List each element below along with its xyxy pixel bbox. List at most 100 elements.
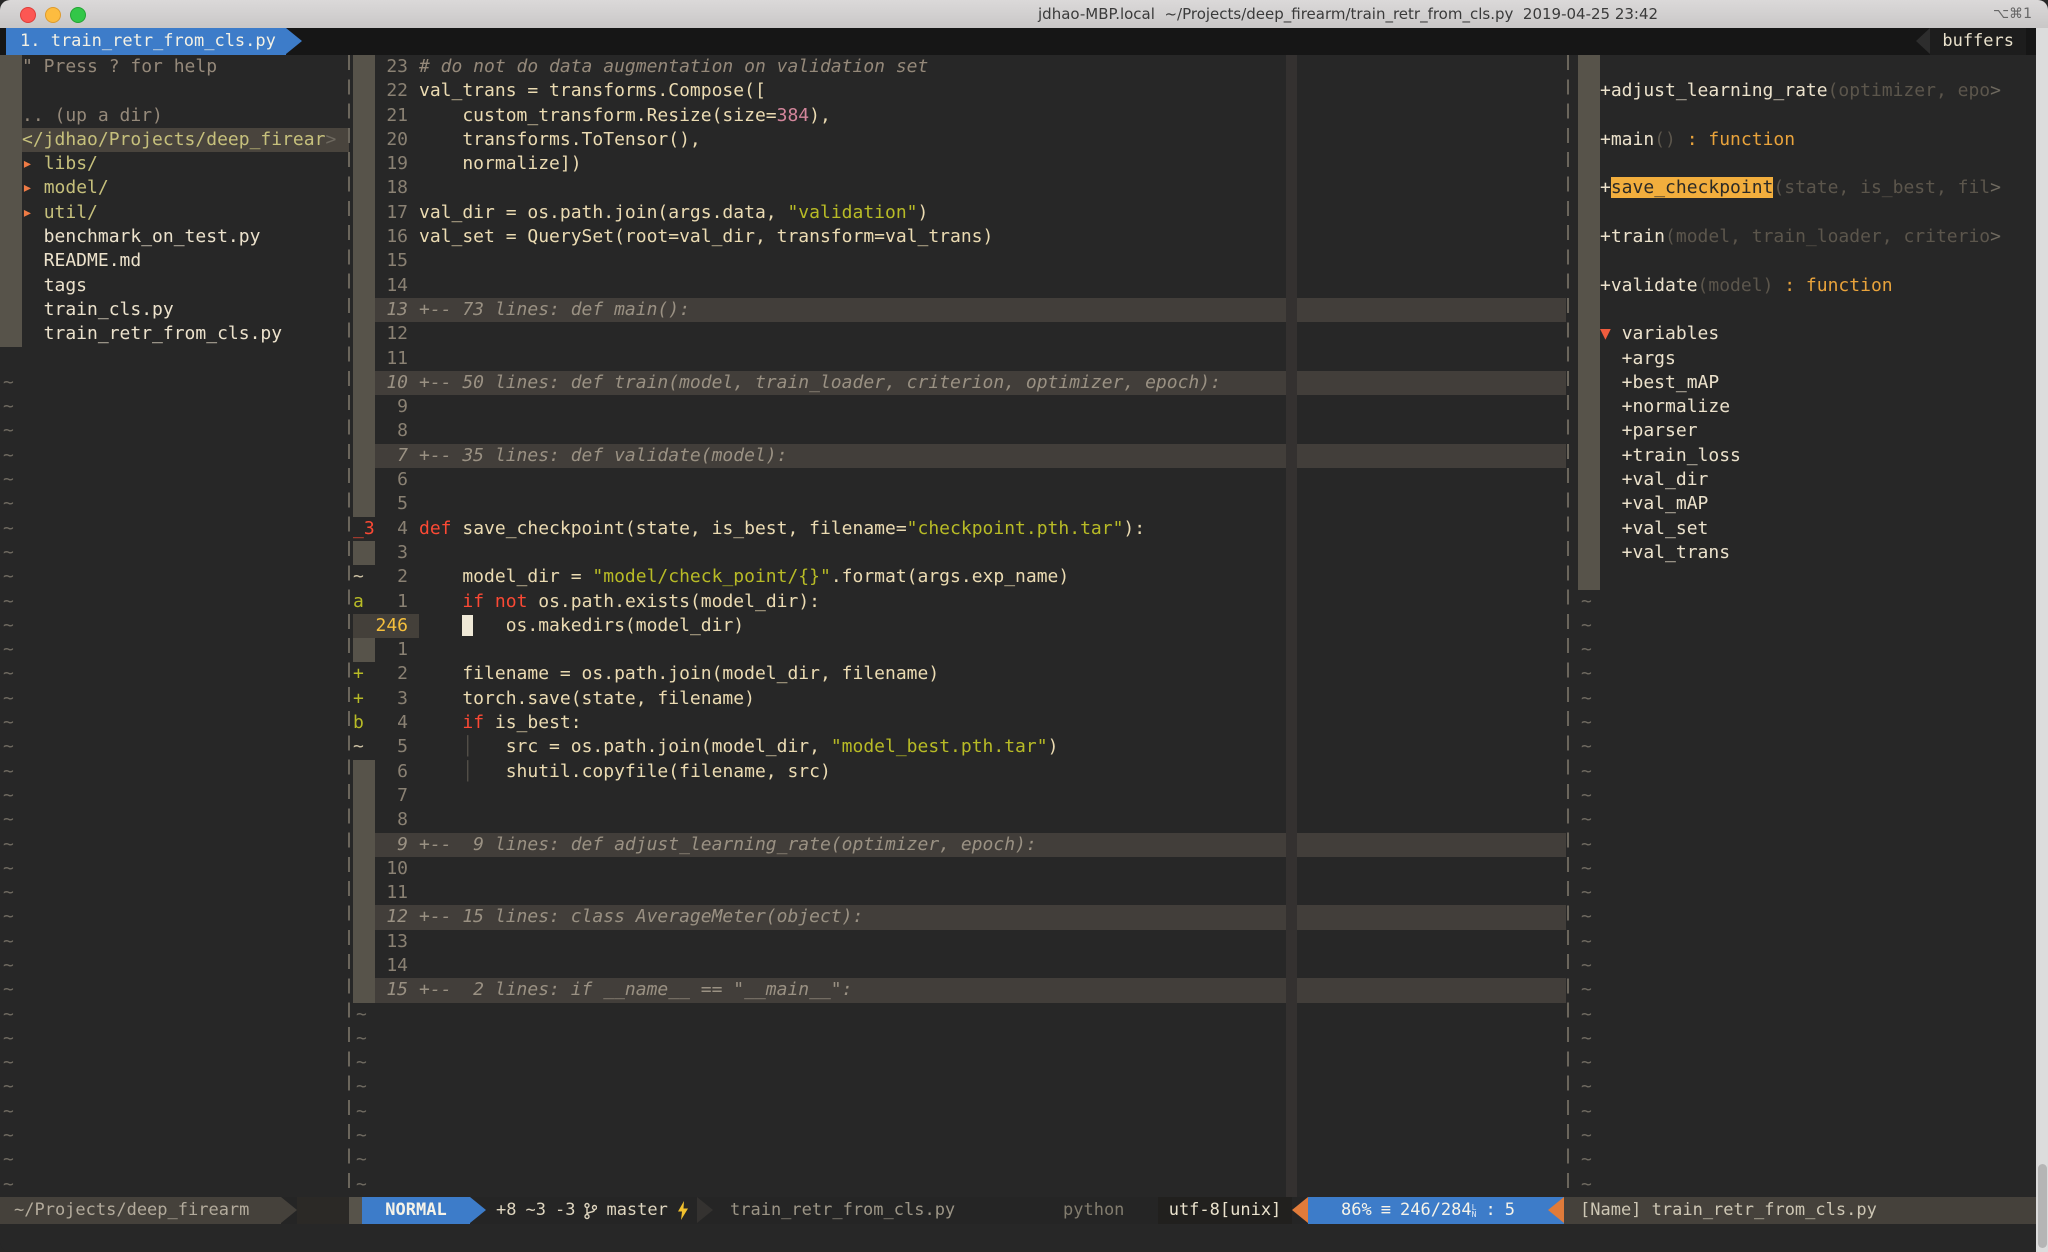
code-line[interactable]: 16val_set = QuerySet(root=val_dir, trans… <box>353 225 1566 249</box>
sign-column <box>353 857 375 881</box>
tag-item[interactable] <box>1578 249 2048 273</box>
folded-code-line[interactable]: 9+-- 9 lines: def adjust_learning_rate(o… <box>353 833 1566 857</box>
tree-item[interactable] <box>0 79 349 103</box>
tag-item[interactable] <box>1578 201 2048 225</box>
color-column <box>1286 978 1297 1002</box>
tag-item[interactable]: +val_set <box>1578 517 2048 541</box>
code-line[interactable]: 8 <box>353 419 1566 443</box>
code-line[interactable]: 21 custom_transform.Resize(size=384), <box>353 104 1566 128</box>
folded-code-line[interactable]: 13+-- 73 lines: def main(): <box>353 298 1566 322</box>
tag-item[interactable] <box>1578 152 2048 176</box>
code-line[interactable]: 5 <box>353 492 1566 516</box>
folded-code-line[interactable]: 10+-- 50 lines: def train(model, train_l… <box>353 371 1566 395</box>
tag-item[interactable]: +val_dir <box>1578 468 2048 492</box>
line-text: +parser <box>1600 420 1698 441</box>
tag-item[interactable]: +validate(model) : function <box>1578 274 2048 298</box>
code-line[interactable]: 246 os.makedirs(model_dir) <box>353 614 1566 638</box>
window-separator[interactable] <box>348 55 350 1197</box>
folded-code-line[interactable]: 12+-- 15 lines: class AverageMeter(objec… <box>353 905 1566 929</box>
window-separator[interactable] <box>1567 55 1569 1197</box>
code-line[interactable]: 3 <box>353 541 1566 565</box>
truncation-marker: > <box>1990 226 2001 247</box>
sign-column <box>0 55 22 79</box>
tag-item[interactable] <box>1578 55 2048 79</box>
tag-item[interactable]: +train_loss <box>1578 444 2048 468</box>
sign-column <box>353 249 375 273</box>
tag-item[interactable]: +main() : function <box>1578 128 2048 152</box>
scrollbar-track[interactable] <box>2036 28 2048 1252</box>
tag-item[interactable] <box>1578 104 2048 128</box>
tilde-icon: ~ <box>1578 1101 1592 1122</box>
tree-item[interactable]: benchmark_on_test.py <box>0 225 349 249</box>
code-line[interactable]: 14 <box>353 954 1566 978</box>
tree-item[interactable]: .. (up a dir) <box>0 104 349 128</box>
tag-item[interactable]: +train(model, train_loader, criterio> <box>1578 225 2048 249</box>
code-line[interactable]: 1 <box>353 638 1566 662</box>
tilde-icon: ~ <box>0 1076 14 1097</box>
tag-item[interactable]: +save_checkpoint(state, is_best, fil> <box>1578 176 2048 200</box>
tree-item[interactable]: train_cls.py <box>0 298 349 322</box>
empty-line: ~ <box>0 954 349 978</box>
tree-item[interactable]: tags <box>0 274 349 298</box>
code-line[interactable]: +2 filename = os.path.join(model_dir, fi… <box>353 662 1566 686</box>
code-line[interactable]: 12 <box>353 322 1566 346</box>
code-line[interactable]: 13 <box>353 930 1566 954</box>
tree-item[interactable]: ▸ util/ <box>0 201 349 225</box>
code-line[interactable]: 19 normalize]) <box>353 152 1566 176</box>
tree-item[interactable]: " Press ? for help <box>0 55 349 79</box>
tag-item[interactable]: +val_mAP <box>1578 492 2048 516</box>
code-line[interactable]: 7 <box>353 784 1566 808</box>
tag-item[interactable]: +best_mAP <box>1578 371 2048 395</box>
command-line[interactable] <box>0 1224 2048 1252</box>
code-line[interactable]: +3 torch.save(state, filename) <box>353 687 1566 711</box>
code-line[interactable]: 20 transforms.ToTensor(), <box>353 128 1566 152</box>
buffer-tab[interactable]: 1. train_retr_from_cls.py <box>6 28 302 55</box>
code-line[interactable]: 11 <box>353 347 1566 371</box>
code-line[interactable]: 9 <box>353 395 1566 419</box>
sign-column <box>1578 322 1600 346</box>
code-line[interactable]: 15 <box>353 249 1566 273</box>
code-line[interactable]: _34def save_checkpoint(state, is_best, f… <box>353 517 1566 541</box>
code-line[interactable]: ~5 │ src = os.path.join(model_dir, "mode… <box>353 735 1566 759</box>
tree-item[interactable] <box>0 347 349 371</box>
code-line[interactable]: 14 <box>353 274 1566 298</box>
tag-item[interactable] <box>1578 565 2048 589</box>
scrollbar-thumb[interactable] <box>2038 1164 2047 1248</box>
code-line[interactable]: 22val_trans = transforms.Compose([ <box>353 79 1566 103</box>
color-column <box>1286 1148 1297 1172</box>
code-line[interactable]: b4 if is_best: <box>353 711 1566 735</box>
code-line[interactable]: 8 <box>353 808 1566 832</box>
close-button[interactable] <box>20 7 36 23</box>
code-line[interactable]: 10 <box>353 857 1566 881</box>
powerline-arrow-icon <box>470 1197 486 1223</box>
tag-item[interactable]: +adjust_learning_rate(optimizer, epo> <box>1578 79 2048 103</box>
zoom-button[interactable] <box>70 7 86 23</box>
code-line[interactable]: ~2 model_dir = "model/check_point/{}".fo… <box>353 565 1566 589</box>
minimize-button[interactable] <box>45 7 61 23</box>
tree-item[interactable]: README.md <box>0 249 349 273</box>
tree-item[interactable]: ▸ libs/ <box>0 152 349 176</box>
tree-item[interactable]: train_retr_from_cls.py <box>0 322 349 346</box>
empty-line: ~ <box>0 1100 349 1124</box>
tag-item[interactable]: ▼ variables <box>1578 322 2048 346</box>
folded-code-line[interactable]: 7+-- 35 lines: def validate(model): <box>353 444 1566 468</box>
empty-line: ~ <box>1578 833 2048 857</box>
tree-item[interactable]: ▸ model/ <box>0 176 349 200</box>
code-line[interactable]: a1 if not os.path.exists(model_dir): <box>353 590 1566 614</box>
tree-item[interactable]: </jdhao/Projects/deep_firear> <box>0 128 349 152</box>
empty-line: ~ <box>0 1027 349 1051</box>
tag-item[interactable]: +parser <box>1578 419 2048 443</box>
code-line[interactable]: 6 <box>353 468 1566 492</box>
code-line[interactable]: 18 <box>353 176 1566 200</box>
code-line[interactable]: 17val_dir = os.path.join(args.data, "val… <box>353 201 1566 225</box>
tag-item[interactable] <box>1578 298 2048 322</box>
code-line[interactable]: 23# do not do data augmentation on valid… <box>353 55 1566 79</box>
folded-code-line[interactable]: 15+-- 2 lines: if __name__ == "__main__"… <box>353 978 1566 1002</box>
tag-item[interactable]: +normalize <box>1578 395 2048 419</box>
code-line[interactable]: 6 │ shutil.copyfile(filename, src) <box>353 760 1566 784</box>
empty-line: ~ <box>1578 930 2048 954</box>
color-column <box>1286 808 1297 832</box>
code-line[interactable]: 11 <box>353 881 1566 905</box>
tag-item[interactable]: +val_trans <box>1578 541 2048 565</box>
tag-item[interactable]: +args <box>1578 347 2048 371</box>
